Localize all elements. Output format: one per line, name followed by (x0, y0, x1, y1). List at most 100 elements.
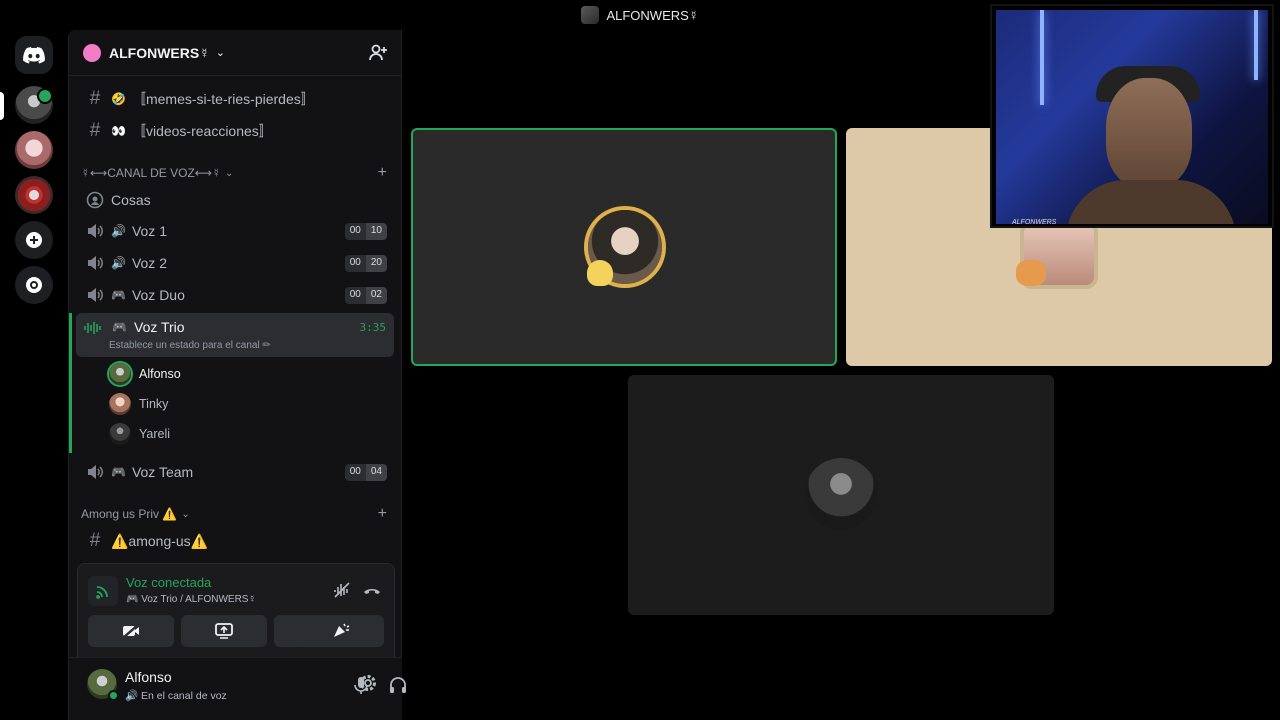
channel-name: Voz 1 (131, 223, 167, 239)
plus-circle-icon (26, 232, 42, 248)
user-count: 00 (344, 255, 366, 272)
channel-videos[interactable]: # 👀 〚videos-reacciones〛 (77, 116, 395, 146)
webcam-feed (996, 10, 1268, 224)
discord-home-button[interactable] (15, 36, 53, 74)
user-count-badge: 00 02 (344, 287, 387, 304)
channel-emoji: 👀 (111, 124, 126, 138)
speaker-icon (88, 288, 103, 302)
signal-icon[interactable] (88, 576, 118, 606)
add-server-button[interactable] (15, 221, 53, 259)
member-name: Alfonso (139, 367, 181, 381)
server-header[interactable]: ALFONWERS☿ ⌄ (69, 30, 402, 76)
gear-icon[interactable] (357, 672, 379, 694)
channel-emoji: 🤣 (111, 92, 126, 106)
camera-toggle-button[interactable] (88, 615, 174, 647)
user-count-badge: 00 10 (344, 223, 387, 240)
voice-channel-path[interactable]: 🎮 Voz Trio / ALFONWERS☿ (126, 594, 256, 605)
channel-emoji: 🎮 (111, 288, 126, 302)
user-count: 00 (344, 223, 366, 240)
person-face (1106, 78, 1192, 188)
user-limit: 10 (365, 223, 387, 240)
webcam-overlay: ALFONWERS (990, 4, 1274, 228)
add-channel-icon[interactable]: + (378, 505, 387, 523)
chevron-down-icon: ⌄ (224, 167, 234, 179)
avatar (109, 393, 131, 415)
channel-voz-2[interactable]: 🔊 Voz 2 00 20 (77, 248, 395, 278)
channel-name: Voz 2 (131, 255, 167, 271)
channel-name: Voz Team (131, 464, 194, 480)
server-boost-icon (83, 43, 101, 62)
member-name: Tinky (139, 397, 169, 411)
server-icon-2[interactable] (15, 131, 53, 169)
neon-light (1040, 10, 1044, 105)
participant-tile-yareli[interactable] (628, 375, 1054, 615)
hash-icon: # (89, 120, 101, 141)
chevron-down-icon: ⌄ (215, 47, 225, 59)
channel-voz-team[interactable]: 🎮 Voz Team 00 04 (77, 457, 395, 487)
online-status-icon (108, 690, 119, 701)
active-channel-indicator (69, 313, 72, 453)
compass-icon (26, 277, 42, 293)
channel-cosas[interactable]: Cosas (77, 185, 395, 215)
soundboard-button[interactable] (298, 615, 384, 647)
participant-tile-alfonso[interactable] (411, 128, 837, 366)
voice-wave-icon (84, 322, 101, 334)
channel-emoji: 🔊 (111, 256, 126, 270)
channel-among-us[interactable]: # ⚠️among-us⚠️ (77, 526, 395, 556)
hang-up-icon[interactable] (362, 580, 382, 600)
channel-name: 〚videos-reacciones〛 (131, 123, 273, 139)
stage-icon (86, 191, 104, 209)
screen-share-icon (215, 623, 233, 639)
voice-member[interactable]: Alfonso (109, 360, 181, 388)
channel-emoji: 🔊 (111, 224, 126, 238)
user-limit: 20 (365, 255, 387, 272)
add-channel-icon[interactable]: + (378, 164, 387, 182)
voice-connected-label[interactable]: Voz conectada (126, 575, 211, 590)
channel-name: 〚memes-si-te-ries-pierdes〛 (131, 91, 315, 107)
category-voice[interactable]: ☿⟷CANAL DE VOZ⟷☿ ⌄ + (81, 163, 391, 183)
neon-light (1254, 10, 1258, 80)
voice-live-badge (37, 88, 53, 104)
channel-voz-duo[interactable]: 🎮 Voz Duo 00 02 (77, 280, 395, 310)
user-count: 00 (344, 287, 366, 304)
channel-status-prompt[interactable]: Establece un estado para el canal ✏ (109, 340, 271, 351)
noise-suppression-icon[interactable] (332, 580, 352, 600)
category-label: ☿⟷CANAL DE VOZ⟷☿ (81, 166, 221, 180)
channel-name: Voz Duo (131, 287, 185, 303)
camera-off-icon (122, 623, 140, 639)
headphones-icon[interactable] (387, 674, 409, 696)
voice-member[interactable]: Yareli (109, 420, 170, 448)
cat-decoration-icon (1016, 260, 1046, 286)
channel-memes[interactable]: # 🤣 〚memes-si-te-ries-pierdes〛 (77, 84, 395, 114)
avatar (805, 458, 877, 530)
category-among-us[interactable]: Among us Priv ⚠️ ⌄ + (81, 504, 391, 524)
member-name: Yareli (139, 427, 171, 441)
channel-voz-trio[interactable]: 🎮 Voz Trio 3:35 Establece un estado para… (76, 313, 394, 357)
user-count-badge: 00 20 (344, 255, 387, 272)
discord-logo-icon (23, 46, 45, 63)
channel-name: Voz Trio (134, 319, 185, 335)
explore-servers-button[interactable] (15, 266, 53, 304)
avatar (109, 363, 131, 385)
webcam-caption: ALFONWERS (1012, 219, 1057, 226)
selected-pill (0, 92, 4, 120)
voice-member[interactable]: Tinky (109, 390, 168, 418)
soundboard-icon (334, 623, 350, 637)
avatar (109, 423, 131, 445)
banana-decoration-icon (587, 260, 613, 286)
screen-share-button[interactable] (181, 615, 267, 647)
speaker-icon (88, 465, 103, 479)
channel-sidebar: ALFONWERS☿ ⌄ # 🤣 〚memes-si-te-ries-pierd… (68, 30, 406, 720)
channel-voz-1[interactable]: 🔊 Voz 1 00 10 (77, 216, 395, 246)
channel-emoji: 🎮 (112, 320, 127, 334)
add-friend-icon[interactable] (368, 43, 388, 63)
person-body (1066, 180, 1236, 224)
window-title: ALFONWERS☿ (606, 7, 699, 23)
chevron-down-icon: ⌄ (181, 508, 190, 520)
username[interactable]: Alfonso (125, 669, 172, 685)
user-count-badge: 00 04 (344, 464, 387, 481)
channel-emoji: 🎮 (111, 465, 126, 479)
hash-icon: # (89, 88, 101, 109)
server-icon-3[interactable] (15, 176, 53, 214)
channel-name: ⚠️among-us⚠️ (111, 532, 209, 549)
